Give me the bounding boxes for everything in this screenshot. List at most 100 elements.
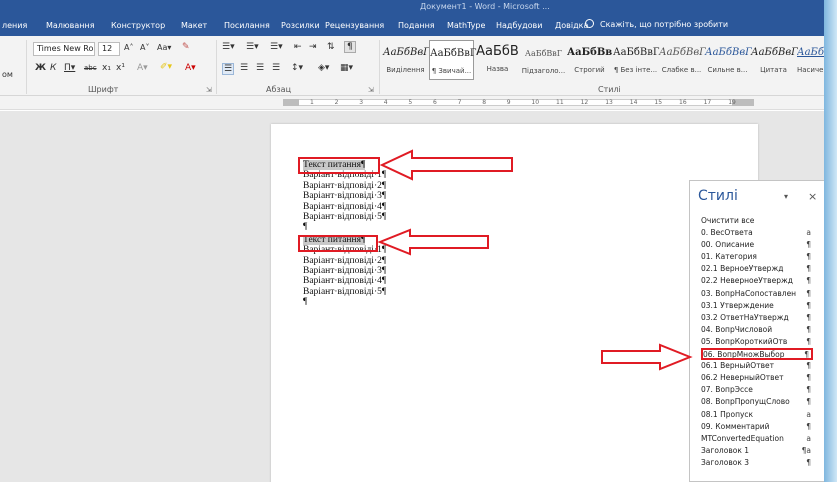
style-item-name: 06. ВопрМножВыбор [703, 350, 785, 360]
style-gallery-item[interactable]: АаБбВвГ Підзаголо... [521, 40, 566, 80]
ruler-number: 12 [580, 99, 589, 106]
tab-review[interactable]: Рецензування [325, 21, 384, 30]
align-center-button[interactable]: ☰ [240, 63, 248, 73]
style-list-item[interactable]: 04. ВопрЧисловой ¶ [701, 324, 813, 336]
style-gallery-item[interactable]: АаБбВв Строгий [567, 40, 612, 80]
answer-paragraph[interactable]: Варіант·відповіді·2¶ [303, 256, 386, 266]
tab-mathtype[interactable]: MathType [447, 21, 485, 30]
tab-design[interactable]: Конструктор [111, 21, 165, 30]
increase-indent-icon[interactable]: ⇥ [309, 42, 317, 52]
style-sample: АаБбВвГ [797, 47, 824, 58]
italic-button[interactable]: К [50, 63, 56, 73]
superscript-button[interactable]: x¹ [116, 63, 125, 73]
tab-view[interactable]: Подання [398, 21, 435, 30]
style-list-item[interactable]: 06.1 ВерныйОтвет ¶ [701, 360, 813, 372]
ruler-left-margin [283, 99, 299, 106]
style-list-item[interactable]: 03.2 ОтветНаУтвержд ¶ [701, 312, 813, 324]
style-gallery-item[interactable]: АаБбВвГ ¶ Звичай... [429, 40, 477, 80]
numbering-icon[interactable]: ☰▾ [246, 42, 259, 52]
answer-paragraph[interactable]: Варіант·відповіді·3¶ [303, 266, 386, 276]
multilevel-list-icon[interactable]: ☰▾ [270, 42, 283, 52]
font-dialog-launcher-icon[interactable]: ⇲ [206, 86, 212, 94]
document-page[interactable]: Текст питання¶ Варіант·відповіді·1¶ Варіан… [271, 124, 758, 482]
bold-button[interactable]: Ж [35, 63, 46, 73]
align-left-button[interactable]: ☰ [222, 63, 235, 75]
answer-paragraph[interactable]: Варіант·відповіді·2¶ [303, 181, 386, 191]
style-list-item[interactable]: 03.1 Утверждение ¶ [701, 300, 813, 312]
change-case-button[interactable]: Aa▾ [157, 43, 171, 52]
style-gallery-item[interactable]: АаБбВвГ Цитата [751, 40, 798, 80]
style-list-item[interactable]: Очистити все [701, 215, 813, 227]
font-name-combo[interactable]: Times New Roma [33, 42, 95, 56]
style-list-item[interactable]: 08. ВопрПропущСлово ¶ [701, 396, 813, 408]
shading-icon[interactable]: ◈▾ [318, 63, 329, 73]
strikethrough-button[interactable]: abc [84, 64, 97, 72]
clear-format-icon[interactable]: ✎ [182, 42, 190, 52]
paragraph-dialog-launcher-icon[interactable]: ⇲ [368, 86, 374, 94]
style-list-item[interactable]: Заголовок 1 ¶a [701, 445, 813, 457]
tab-mailings[interactable]: Розсилки [281, 21, 320, 30]
style-list-item[interactable]: 07. ВопрЭссе ¶ [701, 384, 813, 396]
answer-paragraph[interactable]: Варіант·відповіді·5¶ [303, 212, 386, 222]
styles-pane-title: Стилі [698, 188, 738, 204]
answer-paragraph[interactable]: Варіант·відповіді·4¶ [303, 276, 386, 286]
horizontal-ruler[interactable]: 1 2 3 4 5 6 7 8 9 10 11 12 13 14 15 16 17 19 [0, 96, 824, 110]
style-item-name: 03.2 ОтветНаУтвержд [701, 312, 789, 322]
answer-paragraph[interactable]: Варіант·відповіді·3¶ [303, 191, 386, 201]
font-name-value: Times New Roma [37, 44, 94, 53]
bullets-icon[interactable]: ☰▾ [222, 42, 235, 52]
tab-home[interactable]: ления [2, 21, 27, 30]
style-list-item[interactable]: 05. ВопрКороткийОтв ¶ [701, 336, 813, 348]
style-type-icon: a [806, 228, 811, 238]
tab-help[interactable]: Довідка [555, 21, 588, 30]
sort-icon[interactable]: ⇅ [327, 42, 335, 52]
style-list-item[interactable]: 0. ВесОтвета a [701, 227, 813, 239]
style-list-item[interactable]: 02.2 НеверноеУтвержд ¶ [701, 275, 813, 287]
style-sample: АаБбВвГ [751, 47, 798, 58]
style-gallery-item[interactable]: АаБбВвГ Сильне в... [705, 40, 752, 80]
style-gallery-item[interactable]: АаБбВвГ ¶ Без інте... [613, 40, 660, 80]
tab-draw[interactable]: Малювання [46, 21, 95, 30]
style-gallery-item[interactable]: АаБбВвГ Насичена... [797, 40, 824, 80]
style-list-item[interactable]: 06.2 НеверныйОтвет ¶ [701, 372, 813, 384]
style-list-item[interactable]: Заголовок 3 ¶ [701, 457, 813, 469]
font-size-combo[interactable]: 12 [98, 42, 120, 56]
pane-options-chevron-icon[interactable]: ▾ [784, 192, 788, 201]
style-gallery-item[interactable]: АаБбВвГ Виділення [383, 40, 430, 80]
text-effects-icon[interactable]: A▾ [137, 63, 148, 73]
close-icon[interactable]: × [808, 190, 817, 203]
shrink-font-button[interactable]: A˅ [140, 43, 149, 52]
style-list-item[interactable]: 01. Категория ¶ [701, 251, 813, 263]
show-marks-button[interactable]: ¶ [344, 41, 356, 53]
answer-paragraph[interactable]: ¶ [303, 297, 307, 307]
style-list-item[interactable]: 00. Описание ¶ [701, 239, 813, 251]
underline-button[interactable]: П▾ [64, 63, 75, 73]
style-list-item[interactable]: 03. ВопрНаСопоставлен ¶ [701, 288, 813, 300]
style-list-item[interactable]: 02.1 ВерноеУтвержд ¶ [701, 263, 813, 275]
decrease-indent-icon[interactable]: ⇤ [294, 42, 302, 52]
style-list-item[interactable]: 09. Комментарий ¶ [701, 421, 813, 433]
answer-paragraph[interactable]: ¶ [303, 222, 307, 232]
answer-paragraph[interactable]: Варіант·відповіді·4¶ [303, 202, 386, 212]
subscript-button[interactable]: x₁ [102, 63, 111, 73]
grow-font-button[interactable]: A˄ [124, 43, 133, 52]
line-spacing-icon[interactable]: ↕▾ [291, 63, 303, 73]
style-list-item[interactable]: 06. ВопрМножВыбор ¶ [701, 348, 813, 361]
ruler-number: 15 [654, 99, 663, 106]
tab-layout[interactable]: Макет [181, 21, 207, 30]
style-list-item[interactable]: MTConvertedEquation a [701, 433, 813, 445]
font-color-icon[interactable]: A▾ [185, 63, 196, 73]
style-name: Слабке в... [661, 66, 702, 74]
align-right-button[interactable]: ☰ [256, 63, 264, 73]
style-gallery-item[interactable]: АаБбВвГ Слабке в... [659, 40, 706, 80]
style-list-item[interactable]: 08.1 Пропуск a [701, 409, 813, 421]
answer-paragraph[interactable]: Варіант·відповіді·5¶ [303, 287, 386, 297]
tell-me-search[interactable]: Скажіть, що потрібно зробити [585, 19, 728, 29]
justify-button[interactable]: ☰ [272, 63, 280, 73]
borders-icon[interactable]: ▦▾ [340, 63, 353, 73]
style-item-name: 00. Описание [701, 240, 755, 250]
style-gallery-item[interactable]: АаБбВ Назва [475, 40, 520, 80]
tab-addins[interactable]: Надбудови [496, 21, 542, 30]
highlight-color-icon[interactable]: ✐▾ [160, 62, 172, 72]
tab-references[interactable]: Посилання [224, 21, 270, 30]
